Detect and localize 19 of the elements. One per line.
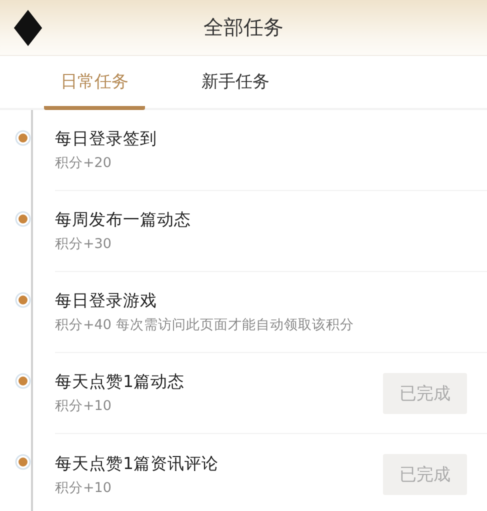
task-title: 每天点赞1篇资讯评论 [55, 452, 220, 474]
task-title: 每日登录游戏 [55, 290, 158, 312]
timeline-dot-icon [14, 292, 30, 308]
logo-icon[interactable] [14, 10, 42, 46]
tab[interactable]: 日常任务 [44, 56, 145, 110]
task-title: 每天点赞1篇动态 [55, 371, 186, 393]
task-title: 每日登录签到 [55, 128, 158, 150]
task-points: 积分+40 每次需访问此页面才能自动领取该积分 [55, 316, 355, 334]
task-points: 积分+10 [55, 397, 112, 415]
page-title: 全部任务 [204, 14, 284, 41]
task-points: 积分+20 [55, 154, 112, 172]
task-points: 积分+10 [55, 478, 112, 496]
timeline-dot-icon [14, 454, 30, 470]
task-title: 每周发布一篇动态 [55, 209, 192, 231]
tab[interactable]: 新手任务 [185, 56, 286, 110]
task-points: 积分+30 [55, 235, 112, 253]
timeline-dot-icon [14, 211, 30, 227]
timeline-dot-icon [14, 373, 30, 389]
timeline-dot-icon [14, 130, 30, 146]
